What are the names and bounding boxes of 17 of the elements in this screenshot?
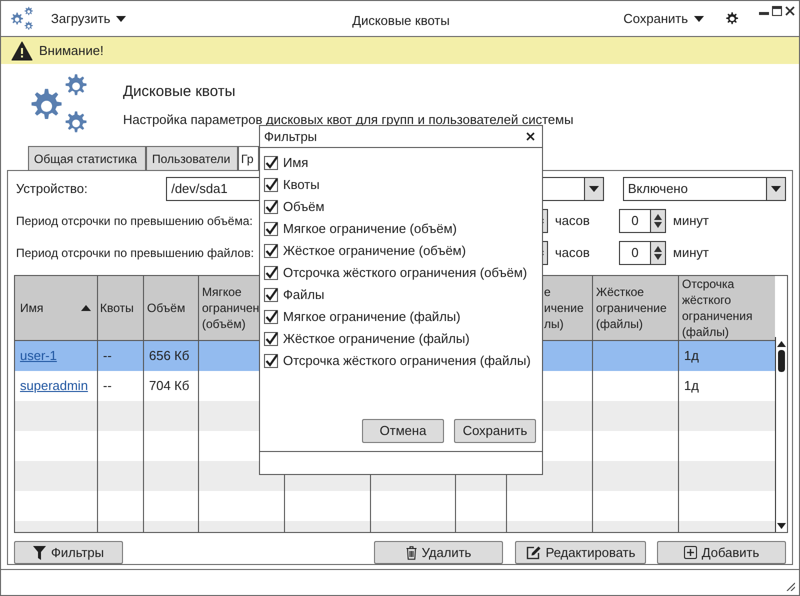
table-cell-text: -- <box>103 347 112 366</box>
table-cell-text: 704 Кб <box>149 377 190 396</box>
unit-label: часов <box>555 244 591 262</box>
unit-label: часов <box>555 212 591 230</box>
unit-label: минут <box>673 244 709 262</box>
window-title: Дисковые квоты <box>351 12 451 30</box>
page-title: Дисковые квоты <box>123 82 236 102</box>
table-cell-text: 1д <box>684 377 699 396</box>
table-cell-text: 1д <box>684 347 699 366</box>
device-label: Устройство: <box>15 180 89 198</box>
grace-label: Период отсрочки по превышению объёма: <box>16 214 253 228</box>
dialog-title: Фильтры <box>264 128 318 146</box>
grace-label: Период отсрочки по превышению файлов: <box>16 246 254 260</box>
table-cell-text: -- <box>103 377 112 396</box>
unit-label: минут <box>673 212 709 230</box>
warning-text: Внимание! <box>39 42 104 60</box>
table-cell-text: 656 Кб <box>149 347 190 366</box>
